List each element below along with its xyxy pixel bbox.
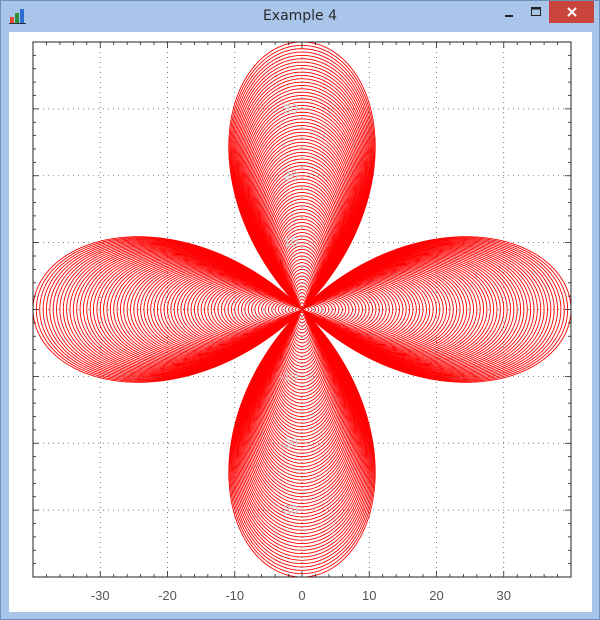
close-icon xyxy=(566,7,577,17)
y-tick-label: -10 xyxy=(279,368,298,383)
x-tick-label: 20 xyxy=(429,588,443,603)
maximize-icon xyxy=(531,7,541,16)
x-tick-label: -10 xyxy=(225,588,244,603)
minimize-icon xyxy=(505,15,513,17)
x-tick-label: 10 xyxy=(362,588,376,603)
x-tick-label: 0 xyxy=(298,588,305,603)
curve-series xyxy=(32,41,572,578)
rose-curve-chart: -30 -20 -10 0 10 20 30 -30 -20 -10 10 20 30 xyxy=(32,41,572,603)
maximize-button[interactable] xyxy=(522,1,550,23)
y-tick-label: 10 xyxy=(284,235,298,250)
close-button[interactable] xyxy=(549,1,594,23)
minimize-button[interactable] xyxy=(495,1,523,23)
app-window: Example 4 -30 -20 -10 0 10 20 30 -30 -20 -10 10 20 3… xyxy=(0,0,600,620)
y-tick-label: -30 xyxy=(279,502,298,517)
y-tick-label: 30 xyxy=(284,101,298,116)
x-tick-label: -20 xyxy=(158,588,177,603)
x-tick-label: 30 xyxy=(497,588,511,603)
y-tick-label: -20 xyxy=(279,435,298,450)
y-tick-label: 20 xyxy=(284,168,298,183)
plot-area: -30 -20 -10 0 10 20 30 -30 -20 -10 10 20 30 xyxy=(9,32,592,612)
title-bar[interactable]: Example 4 xyxy=(1,1,599,32)
x-tick-label: -30 xyxy=(91,588,110,603)
